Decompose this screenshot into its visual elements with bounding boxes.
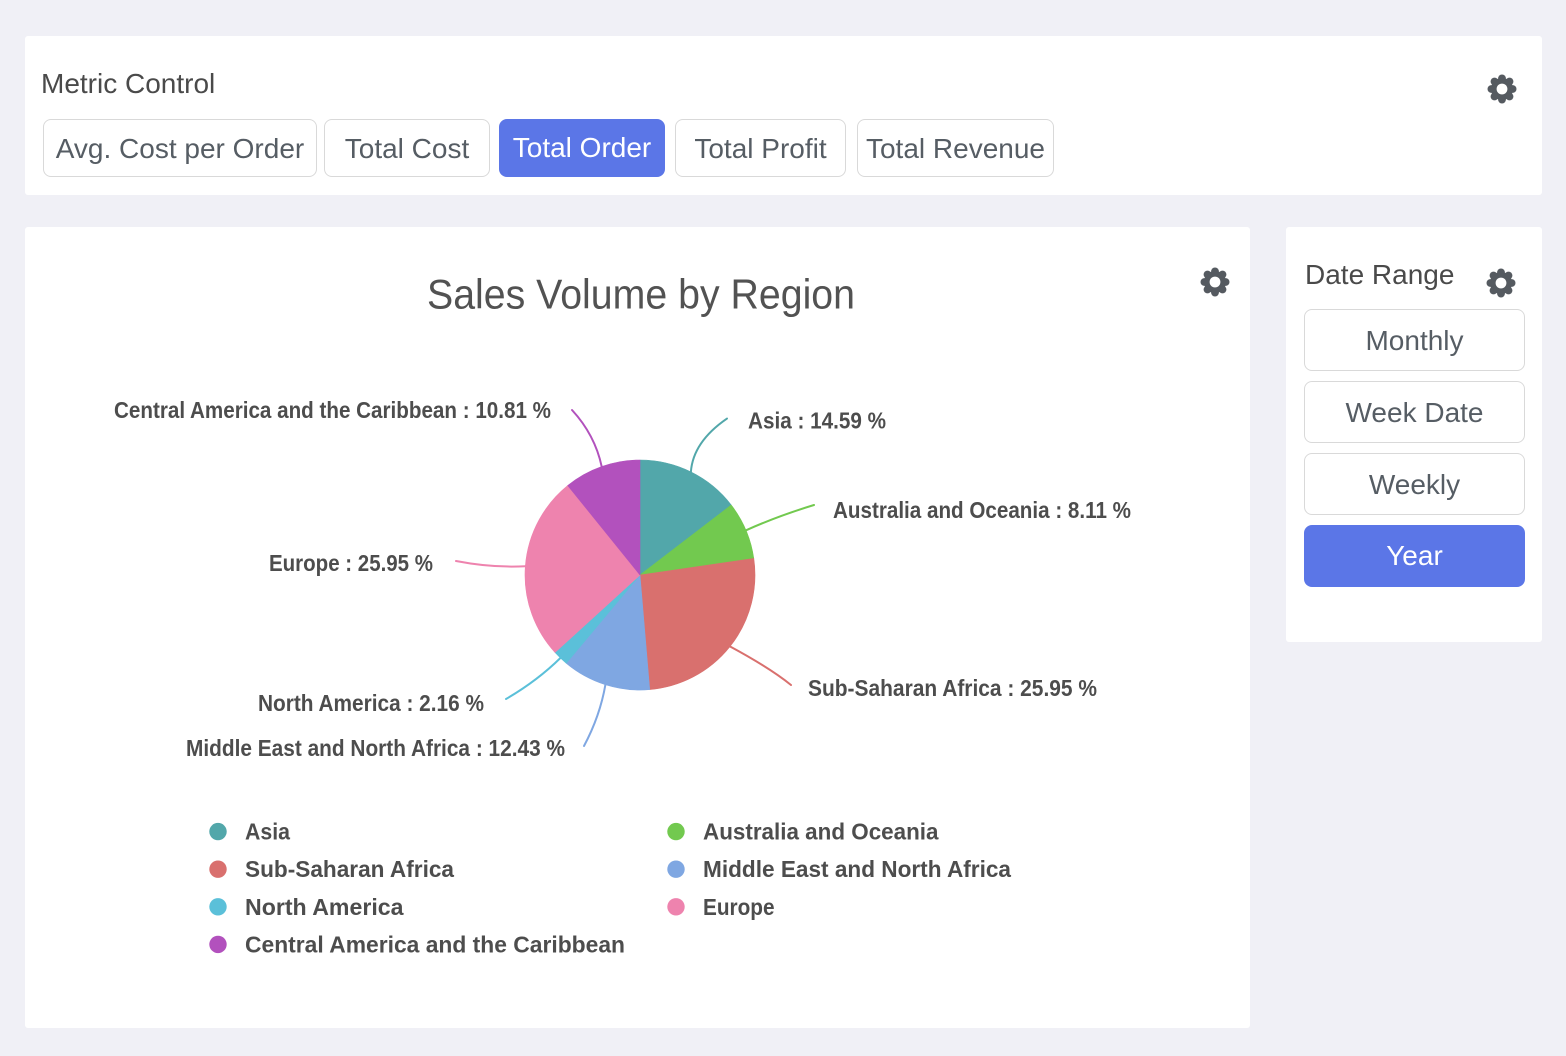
svg-text:Europe: Europe	[703, 894, 775, 920]
svg-text:Australia and Oceania : 8.11 %: Australia and Oceania : 8.11 %	[833, 497, 1131, 523]
svg-text:Europe : 25.95 %: Europe : 25.95 %	[269, 550, 433, 576]
svg-text:Asia : 14.59 %: Asia : 14.59 %	[748, 408, 886, 434]
svg-text:Central America and the Caribb: Central America and the Caribbean : 10.8…	[114, 397, 551, 423]
svg-text:North America: North America	[245, 894, 404, 920]
svg-text:Asia: Asia	[245, 819, 290, 845]
svg-text:Sub-Saharan Africa : 25.95 %: Sub-Saharan Africa : 25.95 %	[808, 675, 1097, 701]
svg-text:Middle East and North Africa :: Middle East and North Africa : 12.43 %	[186, 735, 565, 761]
svg-text:Sub-Saharan Africa: Sub-Saharan Africa	[245, 856, 454, 882]
svg-text:North America : 2.16 %: North America : 2.16 %	[258, 690, 484, 716]
svg-text:Sales Volume by Region: Sales Volume by Region	[427, 271, 855, 318]
svg-text:Australia and Oceania: Australia and Oceania	[703, 819, 939, 845]
svg-text:Middle East and North Africa: Middle East and North Africa	[703, 856, 1011, 882]
svg-text:Central America and the Caribb: Central America and the Caribbean	[245, 931, 625, 957]
